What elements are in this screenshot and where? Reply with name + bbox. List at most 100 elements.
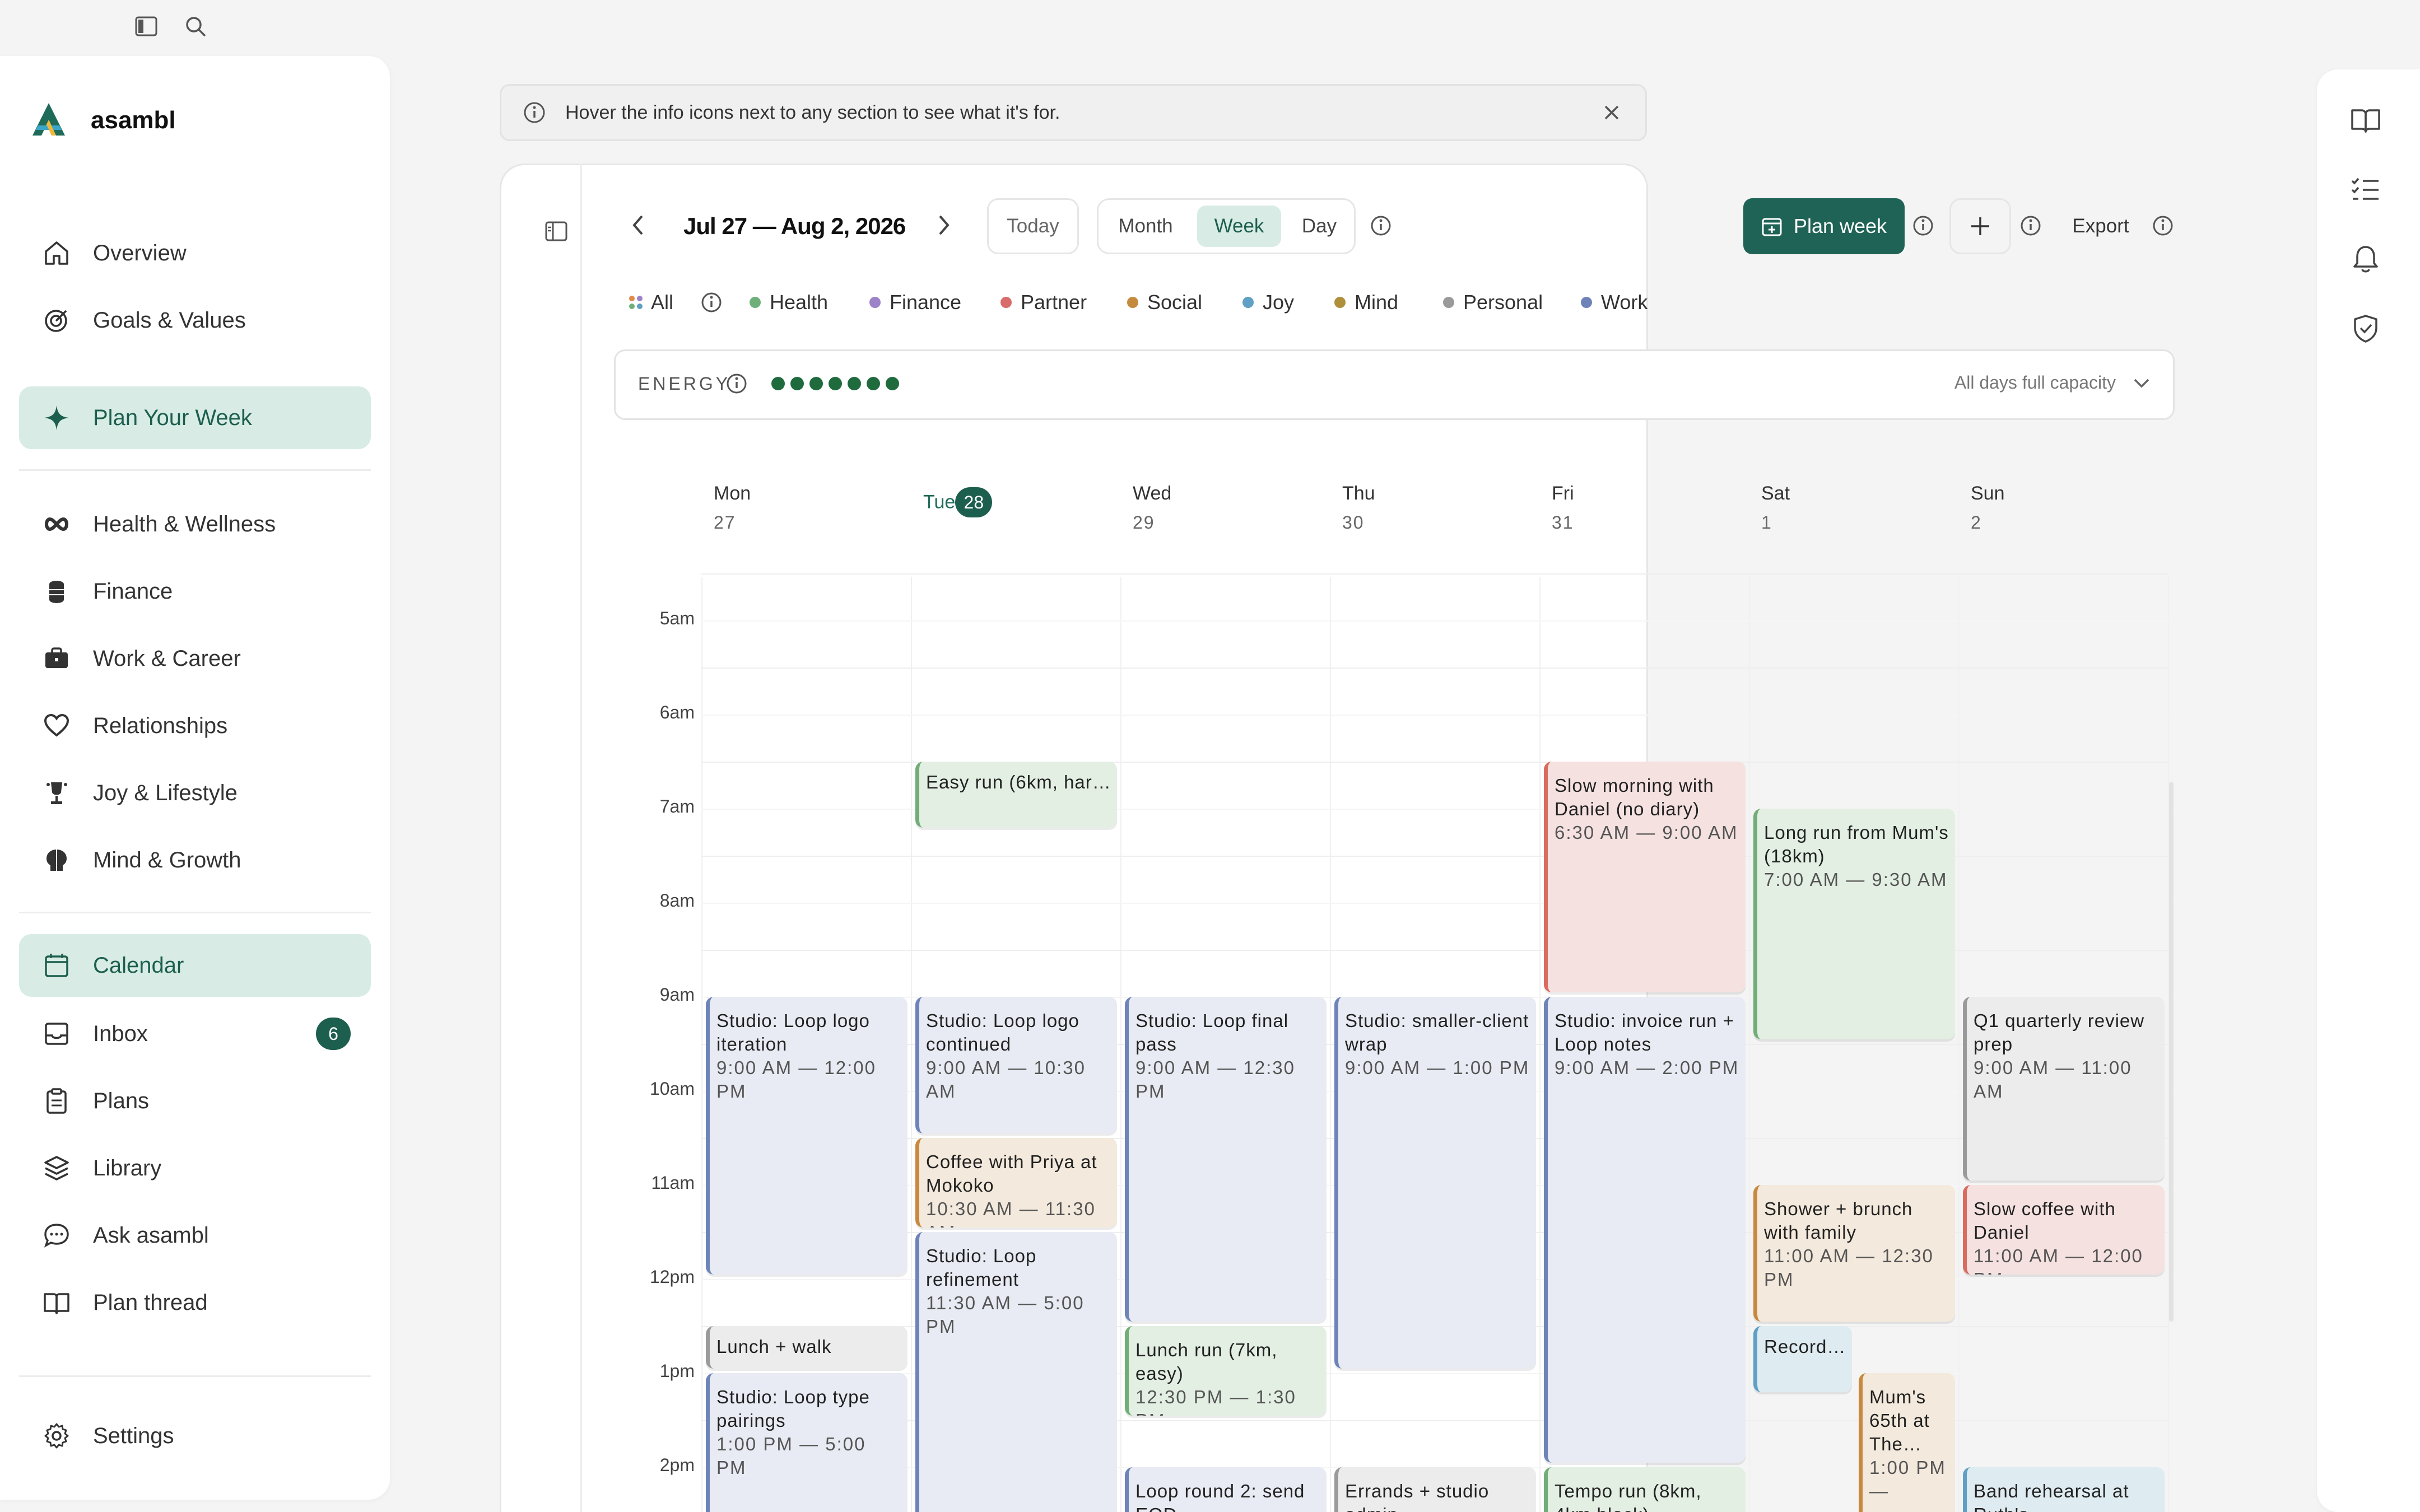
add-info-icon[interactable]	[2017, 212, 2045, 240]
nav-settings[interactable]: Settings	[19, 1404, 371, 1467]
category-filter-social[interactable]: Social	[1127, 287, 1202, 318]
energy-level-dots[interactable]	[771, 377, 899, 390]
event-title: Shower + brunch with family	[1764, 1198, 1913, 1243]
day-header-sat[interactable]: Sat 1	[1761, 483, 1873, 533]
energy-dot[interactable]	[867, 377, 880, 390]
event-time: 10:30 AM — 11:30 AM	[926, 1198, 1096, 1228]
day-header-thu[interactable]: Thu 30	[1342, 483, 1454, 533]
nav-plan-thread[interactable]: Plan thread	[19, 1271, 371, 1334]
view-info-icon[interactable]	[1367, 212, 1395, 240]
day-header-tue[interactable]: Tue 28	[923, 483, 1035, 517]
nav-calendar[interactable]: Calendar	[19, 934, 371, 997]
calendar-event[interactable]: Lunch + walk	[706, 1326, 908, 1369]
energy-dot[interactable]	[829, 377, 842, 390]
next-week-chevron-icon[interactable]	[930, 211, 959, 240]
nav-health-wellness[interactable]: Health & Wellness	[19, 493, 371, 556]
nav-joy-lifestyle[interactable]: Joy & Lifestyle	[19, 762, 371, 824]
calendar-event[interactable]: Record…	[1753, 1326, 1852, 1392]
energy-dot[interactable]	[886, 377, 899, 390]
brand[interactable]: asambl	[29, 101, 176, 140]
nav-inbox[interactable]: Inbox 6	[19, 1002, 371, 1065]
sidebar-toggle-icon[interactable]	[133, 13, 159, 39]
calendar-event[interactable]: Shower + brunch with family 11:00 AM — 12…	[1753, 1185, 1955, 1322]
nav-overview[interactable]: Overview	[19, 222, 371, 284]
calendar-event[interactable]: Studio: Loop final pass 9:00 AM — 12:30 P…	[1125, 997, 1327, 1322]
energy-dot[interactable]	[848, 377, 861, 390]
calendar-event[interactable]: Studio: smaller-client wrap 9:00 AM — 1:0…	[1334, 997, 1536, 1369]
capacity-select[interactable]: All days full capacity	[1954, 372, 2151, 393]
nav-goals-values[interactable]: Goals & Values	[19, 289, 371, 352]
nav-ask-asambl[interactable]: Ask asambl	[19, 1204, 371, 1267]
nav-finance[interactable]: Finance	[19, 560, 371, 623]
calendar-event[interactable]: Tempo run (8km, 4km block)	[1544, 1467, 1746, 1512]
calendar-event[interactable]: Long run from Mum's (18km) 7:00 AM — 9:30…	[1753, 809, 1955, 1039]
calendar-event[interactable]: Easy run (6km, har…	[915, 762, 1117, 828]
category-filter-partner[interactable]: Partner	[1000, 287, 1087, 318]
export-button[interactable]: Export	[2061, 211, 2140, 242]
energy-info-icon[interactable]	[725, 372, 748, 398]
calendar-event[interactable]: Band rehearsal at Ruth's	[1963, 1467, 2165, 1512]
event-title: Studio: Loop logo iteration	[716, 1010, 870, 1054]
view-day-button[interactable]: Day	[1286, 206, 1353, 247]
calendar-event[interactable]: Studio: Loop logo iteration 9:00 AM — 12:…	[706, 997, 908, 1275]
category-filter-mind[interactable]: Mind	[1334, 287, 1398, 318]
calendar-event[interactable]: Errands + studio admin	[1334, 1467, 1536, 1512]
calendar-event[interactable]: Coffee with Priya at Mokoko 10:30 AM — 11…	[915, 1138, 1117, 1228]
energy-dot[interactable]	[790, 377, 804, 390]
category-filter-all[interactable]: All	[629, 287, 673, 318]
category-info-icon[interactable]	[698, 289, 725, 316]
view-month-button[interactable]: Month	[1106, 206, 1185, 247]
day-header-wed[interactable]: Wed 29	[1133, 483, 1245, 533]
prev-week-chevron-icon[interactable]	[623, 211, 652, 240]
category-dot	[1127, 297, 1138, 308]
calendar-event[interactable]: Slow morning with Daniel (no diary) 6:30 …	[1544, 762, 1746, 992]
nav-mind-growth[interactable]: Mind & Growth	[19, 829, 371, 892]
category-filter-joy[interactable]: Joy	[1242, 287, 1294, 318]
calendar-event[interactable]: Studio: Loop logo continued 9:00 AM — 10:…	[915, 997, 1117, 1133]
category-filter-work[interactable]: Work	[1581, 287, 1648, 318]
day-name: Sat	[1761, 483, 1790, 504]
export-info-icon[interactable]	[2149, 212, 2177, 240]
energy-dot[interactable]	[809, 377, 823, 390]
nav-label: Library	[93, 1155, 162, 1180]
calendar-event[interactable]: Studio: invoice run + Loop notes 9:00 AM …	[1544, 997, 1746, 1463]
calendar-event[interactable]: Mum's 65th at The… 1:00 PM —	[1859, 1373, 1955, 1512]
nav-plans[interactable]: Plans	[19, 1070, 371, 1132]
category-dot	[1334, 297, 1346, 308]
energy-label: ENERGY	[638, 374, 731, 394]
search-icon[interactable]	[183, 13, 208, 39]
day-header-fri[interactable]: Fri 31	[1552, 483, 1664, 533]
energy-dot[interactable]	[771, 377, 785, 390]
guide-book-icon[interactable]	[2342, 96, 2390, 144]
close-icon[interactable]	[1600, 101, 1623, 124]
nav-plan-your-week[interactable]: Plan Your Week	[19, 386, 371, 449]
inbox-count-badge: 6	[316, 1018, 351, 1050]
shield-check-icon[interactable]	[2342, 305, 2390, 353]
plan-week-info-icon[interactable]	[1909, 212, 1937, 240]
nav-library[interactable]: Library	[19, 1137, 371, 1200]
category-filter-personal[interactable]: Personal	[1443, 287, 1543, 318]
day-header-mon[interactable]: Mon 27	[714, 483, 826, 533]
hour-label: 7am	[659, 796, 695, 816]
category-filter-finance[interactable]: Finance	[869, 287, 961, 318]
calendar-event[interactable]: Slow coffee with Daniel 11:00 AM — 12:00 …	[1963, 1185, 2165, 1275]
today-button[interactable]: Today	[987, 198, 1079, 254]
calendar-event[interactable]: Lunch run (7km, easy) 12:30 PM — 1:30 PM	[1125, 1326, 1327, 1416]
add-event-button[interactable]	[1949, 198, 2011, 254]
calendar-event[interactable]: Loop round 2: send EOD	[1125, 1467, 1327, 1512]
nav-relationships[interactable]: Relationships	[19, 694, 371, 757]
bell-icon[interactable]	[2342, 235, 2390, 283]
panel-collapse-icon[interactable]	[539, 217, 574, 245]
nav-work-career[interactable]: Work & Career	[19, 627, 371, 690]
day-header-sun[interactable]: Sun 2	[1971, 483, 2083, 533]
calendar-scrollbar[interactable]	[2169, 782, 2174, 1322]
hour-label: 8am	[659, 890, 695, 911]
category-filter-health[interactable]: Health	[750, 287, 828, 318]
view-week-button[interactable]: Week	[1197, 206, 1281, 247]
day-name: Wed	[1133, 483, 1172, 504]
plan-week-button[interactable]: Plan week	[1743, 198, 1905, 254]
checklist-icon[interactable]	[2342, 166, 2390, 214]
calendar-event[interactable]: Studio: Loop type pairings 1:00 PM — 5:00…	[706, 1373, 908, 1512]
calendar-event[interactable]: Q1 quarterly review prep 9:00 AM — 11:00 …	[1963, 997, 2165, 1180]
calendar-event[interactable]: Studio: Loop refinement 11:30 AM — 5:00 P…	[915, 1232, 1117, 1512]
